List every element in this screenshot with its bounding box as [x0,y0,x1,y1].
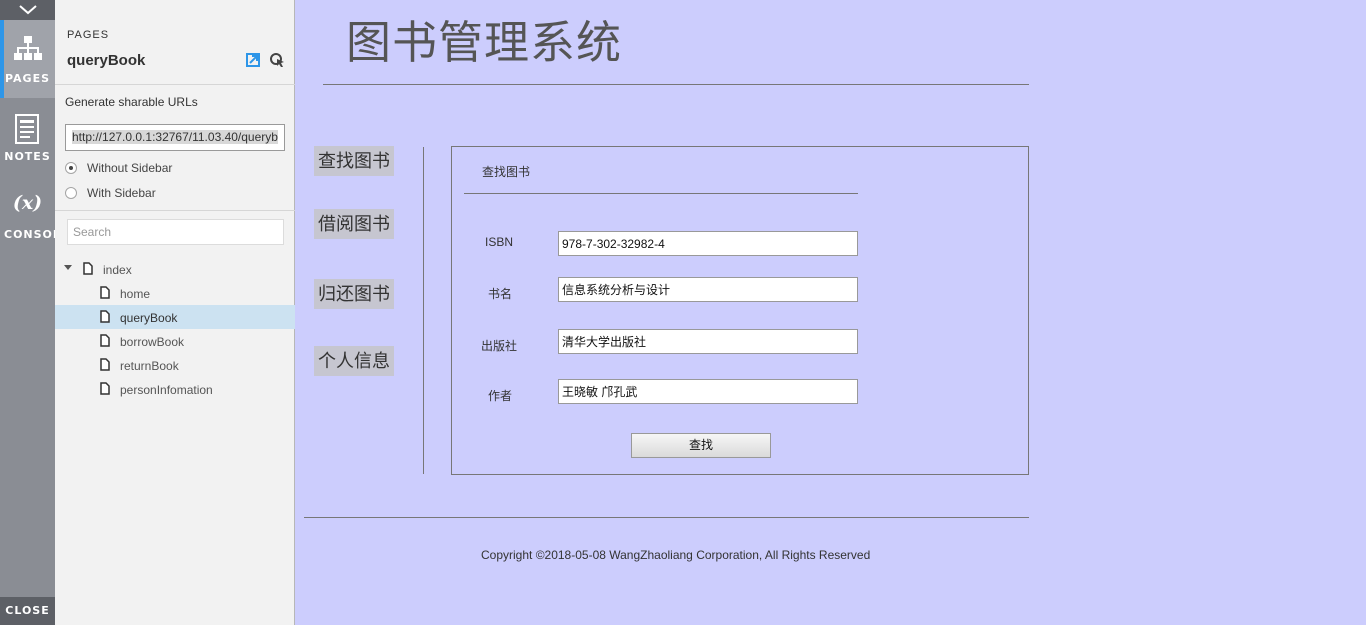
page-icon [100,310,110,323]
pages-panel-header: PAGES queryBook [55,0,295,85]
tree-item-querybook[interactable]: queryBook [55,305,295,329]
book-title-field[interactable] [558,277,858,302]
copyright-text: Copyright ©2018-05-08 WangZhaoliang Corp… [481,548,871,562]
query-form-panel [451,146,1029,475]
share-url-text: http://127.0.0.1:32767/11.03.40/queryb [72,130,278,144]
variable-icon: (x) [12,192,43,214]
sitemap-icon [14,36,42,60]
tree-item-label: returnBook [120,359,179,373]
page-icon [100,286,110,299]
radio-with-sidebar-label: With Sidebar [87,186,156,200]
page-search-input[interactable] [67,219,284,245]
panel-divider [55,210,295,211]
isbn-field[interactable] [558,231,858,256]
publisher-field[interactable] [558,329,858,354]
form-heading-divider [464,193,858,194]
pages-panel: PAGES queryBook Generate sharable URLs h… [55,0,295,625]
radio-without-sidebar-label: Without Sidebar [87,161,173,175]
nav-return-book[interactable]: 归还图书 [314,279,394,309]
tree-item-label: personInfomation [120,383,213,397]
rail-console-button[interactable]: (x) CONSOLE [0,186,68,246]
rail-pages-button[interactable]: PAGES [0,20,55,98]
site-title: 图书管理系统 [346,16,623,69]
footer-divider [304,517,1029,518]
author-label: 作者 [488,389,513,403]
tree-item-returnbook[interactable]: returnBook [55,353,295,377]
prototype-canvas: 图书管理系统 查找图书 借阅图书 归还图书 个人信息 查找图书 ISBN 书名 … [296,0,1366,625]
nav-divider [423,147,424,474]
tree-item-index[interactable]: index [55,257,295,281]
radio-unselected-icon [65,187,77,199]
tree-item-personinfomation[interactable]: personInfomation [55,377,295,401]
tree-item-borrowbook[interactable]: borrowBook [55,329,295,353]
tree-item-home[interactable]: home [55,281,295,305]
sidebar-rail: PAGES NOTES (x) CONSOLE CLOSE [0,0,68,625]
tree-item-label: home [120,287,151,301]
share-url-field[interactable]: http://127.0.0.1:32767/11.03.40/queryb [65,124,285,151]
publisher-label: 出版社 [481,339,518,353]
author-field[interactable] [558,379,858,404]
locate-page-icon[interactable] [269,52,285,68]
rail-notes-button[interactable]: NOTES [0,104,55,168]
nav-borrow-book[interactable]: 借阅图书 [314,209,394,239]
isbn-label: ISBN [485,235,514,249]
page-icon [100,382,110,395]
nav-query-book[interactable]: 查找图书 [314,146,394,176]
collapse-toggle[interactable] [0,0,55,20]
expand-triangle-icon[interactable] [63,262,73,272]
search-button[interactable]: 查找 [631,433,771,458]
share-urls-caption: Generate sharable URLs [65,95,198,109]
current-page-name: queryBook [67,52,146,69]
page-icon [100,334,110,347]
title-label: 书名 [488,287,513,301]
title-divider [323,84,1029,85]
notes-icon [15,114,39,144]
page-icon [83,262,93,275]
form-heading: 查找图书 [482,165,531,179]
tree-item-label: borrowBook [120,335,185,349]
page-icon [100,358,110,371]
tree-item-label: queryBook [120,311,178,325]
open-in-new-icon[interactable] [246,53,260,67]
rail-pages-label: PAGES [4,72,51,85]
close-button[interactable]: CLOSE [0,597,55,625]
rail-notes-label: NOTES [4,150,51,163]
nav-personal-info[interactable]: 个人信息 [314,346,394,376]
radio-selected-icon [65,162,77,174]
chevron-down-icon [19,5,37,15]
tree-item-label: index [103,263,132,277]
pages-caption: PAGES [67,29,110,41]
